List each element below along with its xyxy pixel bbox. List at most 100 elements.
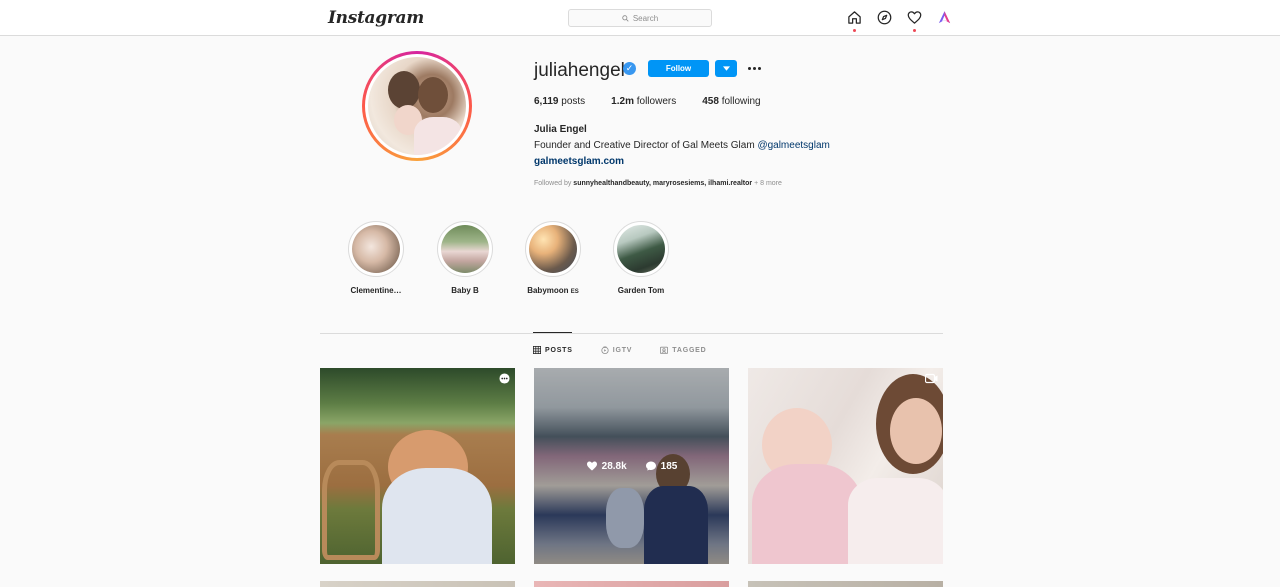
post-photo-subject [890, 398, 942, 464]
avatar-figure [418, 77, 448, 113]
followed-by-names: sunnyhealthandbeauty, maryrosesiems, ilh… [573, 180, 753, 187]
igtv-icon [601, 346, 609, 354]
following-count-label: following [721, 96, 761, 107]
highlight-label-suffix: ES [570, 289, 579, 295]
follow-button[interactable]: Follow [648, 60, 709, 77]
home-notification-dot [853, 29, 856, 32]
followers-link[interactable]: 1.2m followers [611, 96, 676, 107]
profile-bio: Founder and Creative Director of Gal Mee… [534, 140, 830, 151]
suggested-accounts-dropdown-button[interactable] [715, 60, 737, 77]
story-highlight[interactable]: Baby B [437, 221, 493, 295]
search-icon [622, 14, 629, 22]
search-placeholder: Search [632, 13, 659, 23]
activity-button[interactable] [906, 9, 923, 32]
followers-count-label: followers [636, 96, 677, 107]
highlight-ring [348, 221, 404, 277]
tabs-divider [320, 333, 943, 334]
story-highlight[interactable]: Clementine… [348, 221, 404, 295]
following-count-value: 458 [702, 96, 719, 107]
tab-tagged[interactable]: TAGGED [660, 346, 706, 354]
highlight-ring [525, 221, 581, 277]
avatar-photo [368, 57, 466, 155]
profile-icon [938, 11, 951, 24]
highlight-label: Clementine… [350, 286, 402, 295]
post-tile[interactable]: 28.8k 185 [534, 368, 729, 564]
post-tile[interactable] [534, 581, 729, 587]
posts-count-label: posts [561, 96, 586, 107]
followed-by-link[interactable]: Followed by sunnyhealthandbeauty, maryro… [534, 180, 782, 187]
more-dot [752, 67, 756, 70]
followed-by-more: + 8 more [752, 180, 782, 187]
post-photo-basket [322, 460, 380, 560]
highlight-label: Baby B [451, 286, 479, 295]
profile-button[interactable] [936, 9, 953, 26]
profile-avatar[interactable] [362, 51, 472, 161]
profile-full-name: Julia Engel [534, 124, 587, 135]
tab-igtv-label: IGTV [612, 346, 633, 354]
posts-count-value: 6,119 [534, 96, 559, 107]
instagram-logo[interactable]: Instagram [328, 8, 424, 28]
search-input[interactable]: Search [568, 9, 712, 27]
story-highlight[interactable]: Garden Tom [613, 221, 669, 295]
explore-button[interactable] [876, 9, 893, 26]
tab-posts-label: POSTS [545, 346, 573, 354]
explore-icon [877, 10, 892, 25]
home-icon [848, 11, 861, 24]
top-navigation-bar: Instagram Search [0, 0, 1280, 36]
followers-count-value: 1.2m [611, 96, 634, 107]
bio-mention-link[interactable]: @galmeetsglam [757, 140, 829, 151]
tab-tagged-label: TAGGED [672, 346, 707, 354]
post-photo-subject [752, 464, 862, 564]
post-tile[interactable] [320, 368, 515, 564]
active-tab-indicator [533, 332, 572, 333]
carousel-icon [499, 373, 510, 384]
profile-tabs: POSTS IGTV TAGGED [533, 346, 707, 354]
bio-text: Founder and Creative Director of Gal Mee… [534, 140, 758, 151]
home-button[interactable] [846, 9, 863, 32]
highlight-cover [529, 225, 577, 273]
highlight-label: Garden Tom [617, 286, 665, 295]
video-icon [925, 373, 938, 384]
story-highlight[interactable]: Babymoon ES [525, 221, 581, 295]
profile-stats: 6,119 posts 1.2m followers 458 following [534, 96, 787, 107]
profile-username: juliahengel [534, 60, 625, 81]
nav-icons [846, 9, 953, 32]
activity-heart-icon [907, 11, 922, 24]
tagged-icon [660, 346, 669, 354]
more-dot [757, 67, 761, 70]
posts-count: 6,119 posts [534, 96, 585, 107]
post-tile[interactable] [320, 581, 515, 587]
more-options-button[interactable] [745, 60, 763, 77]
tab-igtv[interactable]: IGTV [601, 346, 633, 354]
post-likes: 28.8k [586, 460, 627, 472]
avatar-border [365, 54, 469, 158]
chevron-down-icon [722, 66, 730, 71]
following-link[interactable]: 458 following [702, 96, 760, 107]
profile-website-link[interactable]: galmeetsglam.com [534, 156, 624, 167]
highlight-ring [613, 221, 669, 277]
followed-by-prefix: Followed by [534, 180, 574, 187]
post-hover-overlay: 28.8k 185 [534, 368, 729, 564]
comment-icon [645, 461, 656, 471]
highlight-cover [441, 225, 489, 273]
highlight-cover [352, 225, 400, 273]
post-tile[interactable] [748, 368, 943, 564]
post-comments-count: 185 [660, 460, 678, 472]
post-tile[interactable] [748, 581, 943, 587]
highlight-label-text: Babymoon [527, 286, 569, 295]
highlight-label: Babymoon ES [525, 286, 581, 295]
more-dot [747, 67, 751, 70]
avatar-figure [388, 71, 420, 109]
heart-icon [586, 461, 597, 471]
post-comments: 185 [645, 460, 678, 472]
avatar-figure [414, 117, 462, 155]
highlight-cover [617, 225, 665, 273]
verified-badge-icon: ✓ [623, 62, 636, 75]
grid-icon [533, 346, 541, 354]
post-photo-subject [848, 478, 943, 564]
highlight-ring [437, 221, 493, 277]
tab-posts[interactable]: POSTS [533, 346, 573, 354]
post-photo-subject [382, 468, 492, 564]
activity-notification-dot [913, 29, 916, 32]
post-likes-count: 28.8k [601, 460, 627, 472]
